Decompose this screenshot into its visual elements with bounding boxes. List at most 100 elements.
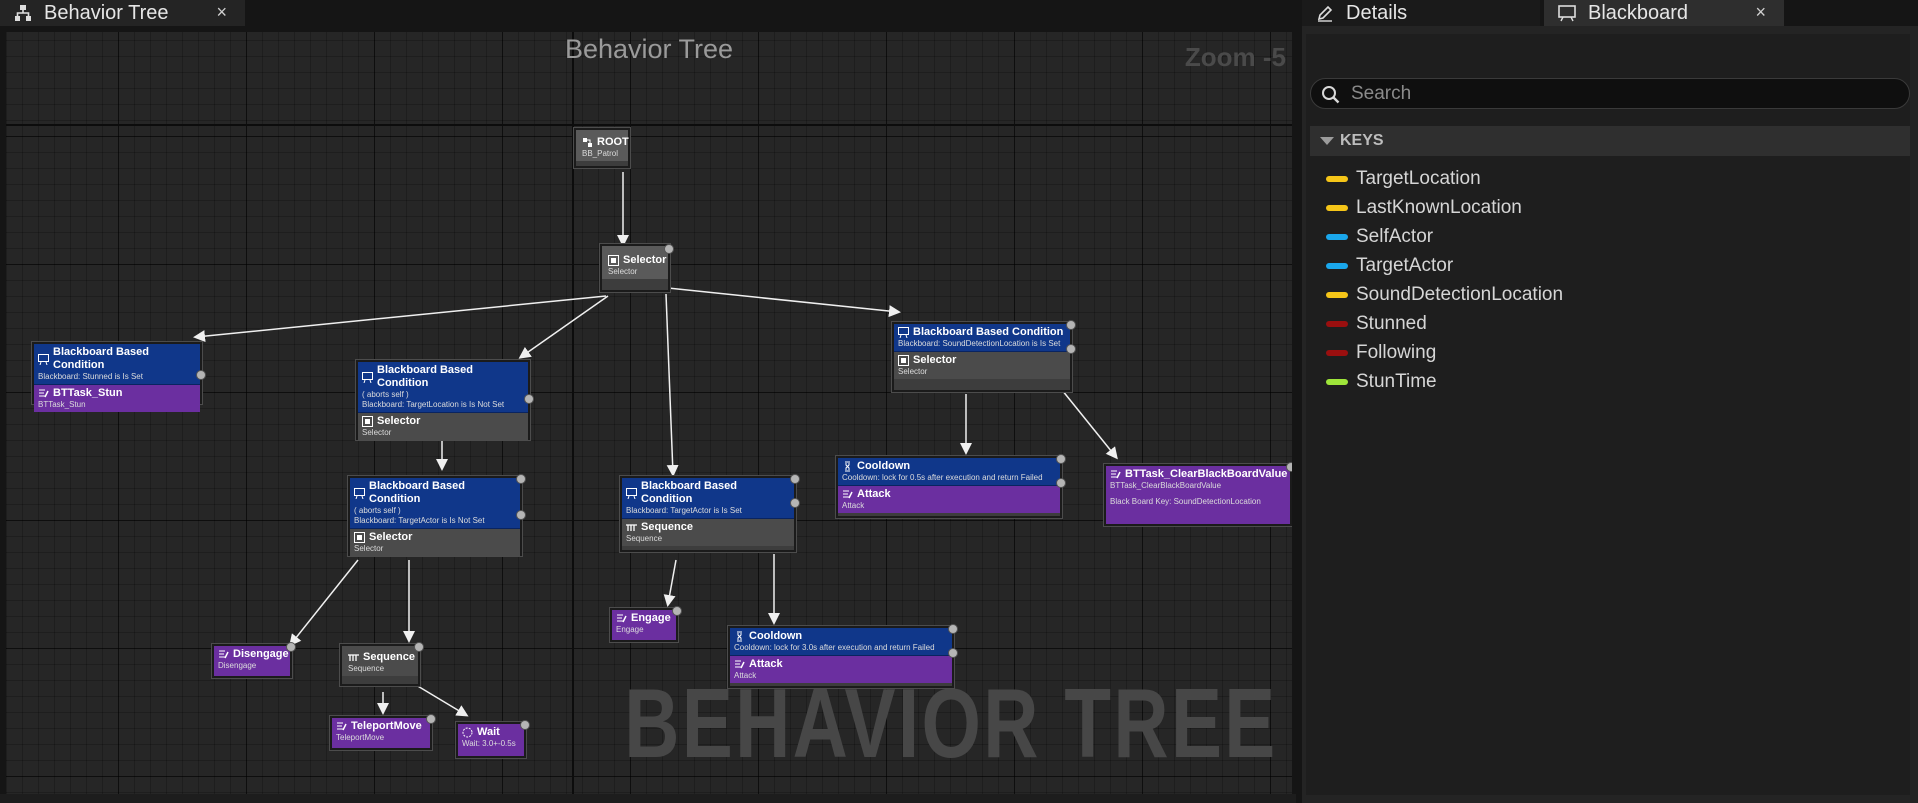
- sound-detection-branch-node[interactable]: Blackboard Based Condition Blackboard: S…: [892, 320, 1076, 392]
- tab-blackboard[interactable]: Blackboard ×: [1544, 0, 1784, 26]
- cooldown-attack-node[interactable]: Cooldown Cooldown: lock for 3.0s after e…: [728, 624, 958, 688]
- attack-sequence-node[interactable]: Blackboard Based Condition Blackboard: T…: [620, 474, 800, 552]
- output-pin[interactable]: [286, 642, 296, 652]
- decorator-title: Cooldown: [749, 630, 803, 642]
- selector-node[interactable]: Selector Selector: [600, 244, 674, 292]
- target-actor-branch-node[interactable]: Blackboard Based Condition ( aborts self…: [348, 474, 526, 556]
- output-pin[interactable]: [414, 642, 424, 652]
- key-type-color-icon: [1326, 320, 1348, 327]
- disengage-task-node[interactable]: Disengage Disengage: [212, 642, 296, 678]
- node-subtitle: Sequence: [348, 664, 385, 673]
- decorator-pin[interactable]: [1066, 344, 1076, 354]
- output-pin[interactable]: [520, 720, 530, 730]
- blackboard-key[interactable]: StunTime: [1326, 367, 1563, 396]
- task-disengage[interactable]: Disengage Disengage: [214, 646, 290, 676]
- search-input[interactable]: [1349, 81, 1893, 107]
- output-pin[interactable]: [790, 474, 800, 484]
- clear-blackboard-task-node[interactable]: BTTask_ClearBlackBoardValue BTTask_Clear…: [1104, 462, 1292, 526]
- decorator-pin[interactable]: [948, 648, 958, 658]
- blackboard-condition-decorator[interactable]: Blackboard Based Condition Blackboard: S…: [894, 324, 1070, 352]
- wire: [518, 295, 609, 359]
- cooldown-decorator[interactable]: Cooldown Cooldown: lock for 0.5s after e…: [838, 458, 1060, 486]
- task-attack[interactable]: Attack Attack: [838, 486, 1060, 513]
- output-pin[interactable]: [672, 606, 682, 616]
- sequence-node[interactable]: Sequence Sequence: [340, 642, 424, 686]
- pencil-icon: [1314, 2, 1336, 24]
- engage-task-node[interactable]: Engage Engage: [610, 606, 682, 642]
- decorator-pin[interactable]: [1056, 478, 1066, 488]
- root-node[interactable]: ROOT BB_Patrol: [574, 128, 630, 168]
- blackboard-condition-decorator[interactable]: Blackboard Based Condition ( aborts self…: [350, 478, 520, 529]
- status-bar: [0, 794, 1296, 803]
- selector-icon: [354, 532, 365, 543]
- composite-sequence[interactable]: Sequence Sequence: [622, 519, 794, 546]
- key-type-color-icon: [1326, 175, 1348, 182]
- cooldown-decorator[interactable]: Cooldown Cooldown: lock for 3.0s after e…: [730, 628, 952, 656]
- decorator-pin[interactable]: [524, 394, 534, 404]
- search-box[interactable]: [1310, 78, 1910, 109]
- tab-details[interactable]: Details: [1302, 0, 1540, 26]
- key-name: LastKnownLocation: [1356, 196, 1522, 218]
- task-title: BTTask_Stun: [53, 387, 123, 399]
- selector-icon: [362, 416, 373, 427]
- task-attack[interactable]: Attack Attack: [730, 656, 952, 683]
- key-type-color-icon: [1326, 204, 1348, 211]
- task-teleport-move[interactable]: TeleportMove TeleportMove: [332, 718, 430, 748]
- output-pin[interactable]: [1286, 462, 1292, 472]
- task-stun[interactable]: BTTask_Stun BTTask_Stun: [34, 385, 200, 412]
- decorator-title: Blackboard Based Condition: [641, 480, 737, 505]
- node-title: Selector: [623, 254, 667, 266]
- blackboard-key[interactable]: SelfActor: [1326, 222, 1563, 251]
- key-name: Following: [1356, 341, 1437, 363]
- node-title: Sequence: [363, 651, 415, 663]
- stun-branch-node[interactable]: Blackboard Based Condition Blackboard: S…: [32, 342, 206, 412]
- wait-task-node[interactable]: Wait Wait: 3.0+-0.5s: [456, 720, 530, 758]
- decorator-subtitle: Blackboard: Stunned is Is Set: [38, 372, 143, 381]
- blackboard-condition-decorator[interactable]: Blackboard Based Condition ( aborts self…: [358, 362, 528, 413]
- decorator-subtitle: Blackboard: SoundDetectionLocation is Is…: [898, 339, 1061, 348]
- output-pin[interactable]: [1066, 320, 1076, 330]
- tab-behavior-tree[interactable]: Behavior Tree ×: [0, 0, 245, 26]
- blackboard-key[interactable]: TargetActor: [1326, 251, 1563, 280]
- blackboard-key[interactable]: Following: [1326, 338, 1563, 367]
- task-subtitle: Attack: [842, 501, 865, 510]
- decorator-subtitle: Cooldown: lock for 0.5s after execution …: [842, 473, 1043, 482]
- cooldown-attack-node[interactable]: Cooldown Cooldown: lock for 0.5s after e…: [836, 454, 1066, 518]
- blackboard-panel: KEYS TargetLocation LastKnownLocation Se…: [1302, 26, 1918, 803]
- decorator-pin[interactable]: [516, 510, 526, 520]
- composite-selector[interactable]: Selector Selector: [358, 413, 528, 440]
- behavior-tree-graph[interactable]: Behavior Tree Zoom -5 BEHAVIOR TREE ROOT…: [6, 32, 1292, 794]
- blackboard-key[interactable]: SoundDetectionLocation: [1326, 280, 1563, 309]
- task-icon: [219, 650, 229, 659]
- task-clear-blackboard-value[interactable]: BTTask_ClearBlackBoardValue BTTask_Clear…: [1106, 466, 1290, 524]
- node-title: Selector: [369, 531, 413, 543]
- blackboard-key[interactable]: Stunned: [1326, 309, 1563, 338]
- blackboard-condition-decorator[interactable]: Blackboard Based Condition Blackboard: T…: [622, 478, 794, 519]
- task-icon: [735, 660, 745, 669]
- sequence-icon: [348, 654, 359, 661]
- composite-selector[interactable]: Selector Selector: [350, 529, 520, 556]
- blackboard-icon: [362, 371, 373, 383]
- output-pin[interactable]: [426, 714, 436, 724]
- keys-category-header[interactable]: KEYS: [1310, 126, 1910, 156]
- expand-arrow-icon[interactable]: [1320, 137, 1334, 145]
- teleport-move-task-node[interactable]: TeleportMove TeleportMove: [330, 714, 436, 750]
- output-pin[interactable]: [948, 624, 958, 634]
- composite-selector[interactable]: Selector Selector: [894, 352, 1070, 379]
- decorator-pin[interactable]: [196, 370, 206, 380]
- close-icon[interactable]: ×: [1755, 0, 1766, 24]
- output-pin[interactable]: [1056, 454, 1066, 464]
- output-pin[interactable]: [516, 474, 526, 484]
- blackboard-condition-decorator[interactable]: Blackboard Based Condition Blackboard: S…: [34, 344, 200, 385]
- close-icon[interactable]: ×: [216, 0, 227, 24]
- blackboard-key[interactable]: LastKnownLocation: [1326, 193, 1563, 222]
- task-icon: [39, 389, 49, 398]
- blackboard-key[interactable]: TargetLocation: [1326, 164, 1563, 193]
- task-key-info: Black Board Key: SoundDetectionLocation: [1110, 497, 1261, 506]
- key-type-color-icon: [1326, 233, 1348, 240]
- output-pin[interactable]: [664, 244, 674, 254]
- task-wait[interactable]: Wait Wait: 3.0+-0.5s: [458, 724, 524, 756]
- target-location-branch-node[interactable]: Blackboard Based Condition ( aborts self…: [356, 360, 534, 440]
- decorator-pin[interactable]: [790, 498, 800, 508]
- task-engage[interactable]: Engage Engage: [612, 610, 676, 640]
